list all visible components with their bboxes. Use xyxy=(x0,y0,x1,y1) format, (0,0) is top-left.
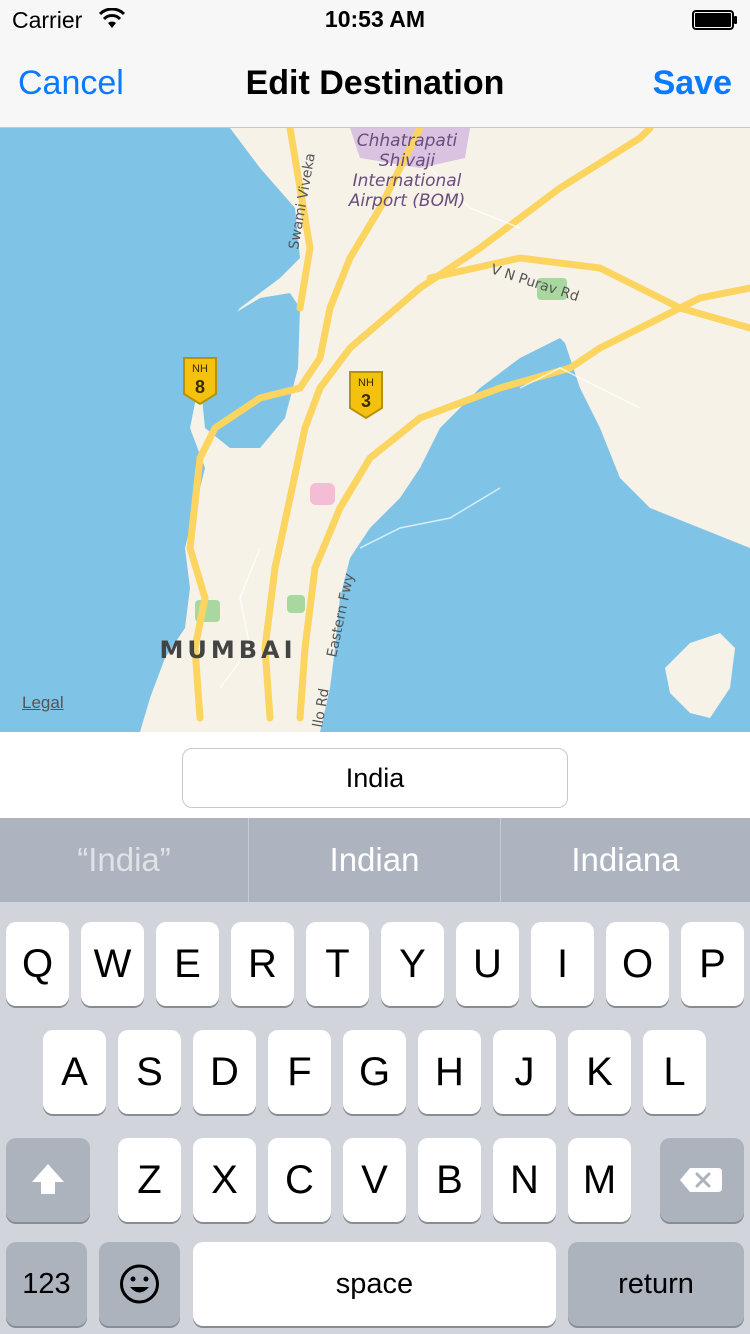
emoji-key[interactable] xyxy=(99,1242,180,1326)
key-b[interactable]: B xyxy=(418,1138,481,1222)
legal-link[interactable]: Legal xyxy=(22,693,64,713)
key-n[interactable]: N xyxy=(493,1138,556,1222)
map-view[interactable]: NH 8 NH 3 Chhatrapati Shivaji Internatio… xyxy=(0,128,750,732)
shift-key[interactable] xyxy=(6,1138,90,1222)
key-t[interactable]: T xyxy=(306,922,369,1006)
key-k[interactable]: K xyxy=(568,1030,631,1114)
suggestion-bar: “India” Indian Indiana xyxy=(0,818,750,902)
save-button[interactable]: Save xyxy=(653,64,732,103)
key-q[interactable]: Q xyxy=(6,922,69,1006)
key-l[interactable]: L xyxy=(643,1030,706,1114)
key-u[interactable]: U xyxy=(456,922,519,1006)
key-g[interactable]: G xyxy=(343,1030,406,1114)
key-m[interactable]: M xyxy=(568,1138,631,1222)
park-2 xyxy=(287,595,305,613)
nav-bar: Cancel Edit Destination Save xyxy=(0,40,750,128)
key-i[interactable]: I xyxy=(531,922,594,1006)
suggestion-indiana[interactable]: Indiana xyxy=(501,818,750,902)
key-o[interactable]: O xyxy=(606,922,669,1006)
space-key[interactable]: space xyxy=(193,1242,556,1326)
keyboard: Q W E R T Y U I O P A S D F G H J K L Z … xyxy=(0,902,750,1334)
status-bar: Carrier 10:53 AM xyxy=(0,0,750,40)
key-s[interactable]: S xyxy=(118,1030,181,1114)
key-x[interactable]: X xyxy=(193,1138,256,1222)
svg-text:NH: NH xyxy=(192,363,208,375)
input-area: India xyxy=(0,732,750,818)
delete-icon xyxy=(680,1168,722,1192)
key-f[interactable]: F xyxy=(268,1030,331,1114)
status-time: 10:53 AM xyxy=(324,6,426,32)
key-r[interactable]: R xyxy=(231,922,294,1006)
numbers-key[interactable]: 123 xyxy=(6,1242,87,1326)
key-z[interactable]: Z xyxy=(118,1138,181,1222)
map-canvas: NH 8 NH 3 Chhatrapati Shivaji Internatio… xyxy=(0,128,750,732)
svg-text:Airport (BOM): Airport (BOM) xyxy=(348,191,466,211)
return-key[interactable]: return xyxy=(568,1242,744,1326)
key-c[interactable]: C xyxy=(268,1138,331,1222)
key-v[interactable]: V xyxy=(343,1138,406,1222)
emoji-icon xyxy=(120,1264,159,1304)
key-h[interactable]: H xyxy=(418,1030,481,1114)
key-j[interactable]: J xyxy=(493,1030,556,1114)
suggestion-indian[interactable]: Indian xyxy=(249,818,500,902)
destination-input[interactable]: India xyxy=(182,748,568,808)
key-y[interactable]: Y xyxy=(381,922,444,1006)
shift-icon xyxy=(32,1164,64,1194)
key-d[interactable]: D xyxy=(193,1030,256,1114)
key-a[interactable]: A xyxy=(43,1030,106,1114)
key-p[interactable]: P xyxy=(681,922,744,1006)
nh3-shield: NH 3 xyxy=(349,371,383,420)
key-e[interactable]: E xyxy=(156,922,219,1006)
pink-area xyxy=(310,483,335,505)
suggestion-typed[interactable]: “India” xyxy=(0,818,248,902)
svg-text:8: 8 xyxy=(195,377,205,397)
svg-text:NH: NH xyxy=(358,377,374,389)
battery-icon xyxy=(692,10,737,30)
svg-text:International: International xyxy=(353,171,462,191)
page-title: Edit Destination xyxy=(245,64,505,102)
svg-text:Chhatrapati: Chhatrapati xyxy=(357,131,458,151)
navigation-header: Carrier 10:53 AM Cancel Edit Destination… xyxy=(0,0,750,128)
city-label: MUMBAI xyxy=(159,636,296,664)
key-w[interactable]: W xyxy=(81,922,144,1006)
delete-key[interactable] xyxy=(660,1138,744,1222)
svg-text:3: 3 xyxy=(361,391,371,411)
nh8-shield: NH 8 xyxy=(183,357,217,406)
svg-text:Shivaji: Shivaji xyxy=(379,151,435,171)
airport-label: Chhatrapati Shivaji International Airpor… xyxy=(348,131,466,211)
